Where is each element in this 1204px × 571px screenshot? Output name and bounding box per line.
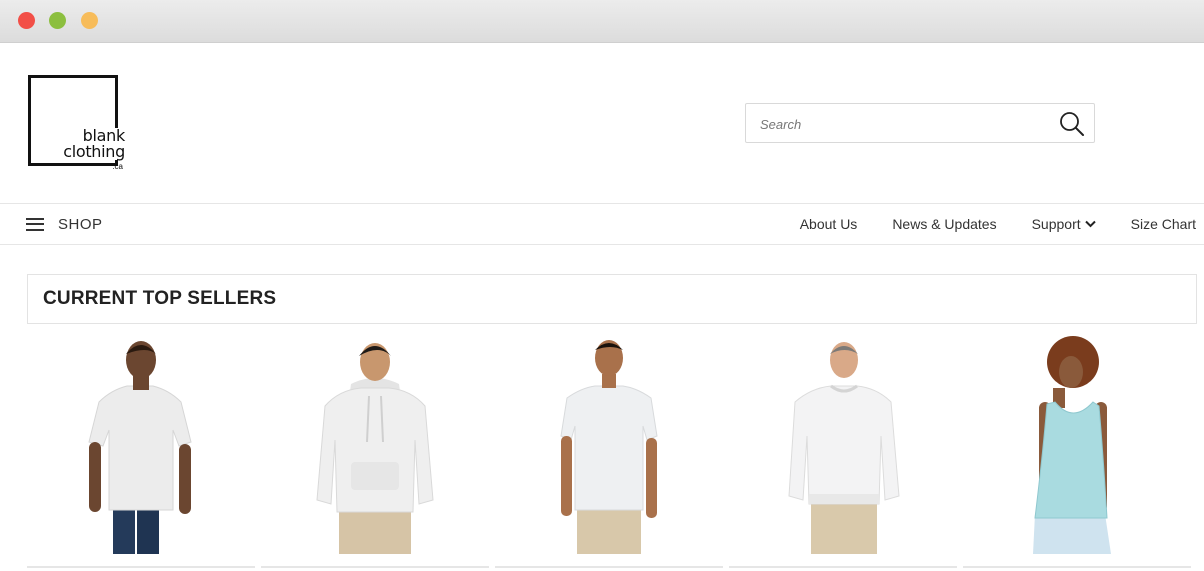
search-button[interactable] <box>1058 110 1086 138</box>
product-image-tshirt <box>88 341 192 554</box>
search-icon <box>1060 112 1084 136</box>
window-maximize-button[interactable] <box>81 12 98 29</box>
shop-menu-button[interactable]: SHOP <box>26 204 103 244</box>
shop-label: SHOP <box>58 215 103 233</box>
product-divider <box>261 566 489 568</box>
top-sellers-header: CURRENT TOP SELLERS <box>27 274 1197 324</box>
product-card-4[interactable] <box>729 332 957 568</box>
nav-link-about-us[interactable]: About Us <box>800 216 858 232</box>
product-card-2[interactable] <box>261 332 489 568</box>
logo-suffix: .ca <box>112 162 123 171</box>
product-image-fitted-tshirt <box>560 340 658 554</box>
hamburger-icon <box>26 217 44 231</box>
logo-wordmark: blank clothing <box>60 128 125 160</box>
nav-link-label: About Us <box>799 216 858 232</box>
nav-link-news-updates[interactable]: News & Updates <box>892 216 996 232</box>
product-card-5[interactable] <box>963 332 1191 568</box>
search-input[interactable] <box>760 113 1050 135</box>
window-close-button[interactable] <box>18 12 35 29</box>
product-card-1[interactable] <box>27 332 255 568</box>
window-titlebar <box>0 0 1204 43</box>
product-divider <box>963 566 1191 568</box>
logo-line-2: clothing <box>63 142 125 161</box>
window-minimize-button[interactable] <box>49 12 66 29</box>
product-divider <box>495 566 723 568</box>
chevron-down-icon <box>1084 220 1096 228</box>
product-image-sweatshirt <box>788 342 900 554</box>
nav-link-label: News & Updates <box>892 216 997 232</box>
product-divider <box>27 566 255 568</box>
nav-link-label: Support <box>1031 216 1081 232</box>
search-box <box>745 103 1095 143</box>
nav-link-label: Size Chart <box>1130 216 1196 232</box>
product-image-tank-top <box>1033 336 1111 554</box>
section-title: CURRENT TOP SELLERS <box>43 288 277 309</box>
product-card-3[interactable] <box>495 332 723 568</box>
nav-links: About Us News & Updates Support Size Cha… <box>765 204 1196 244</box>
main-navigation: SHOP About Us News & Updates Support Siz… <box>0 203 1204 245</box>
nav-link-size-chart[interactable]: Size Chart <box>1131 216 1196 232</box>
nav-link-support[interactable]: Support <box>1032 216 1096 232</box>
product-divider <box>729 566 957 568</box>
brand-logo[interactable]: blank clothing .ca <box>28 75 128 175</box>
product-image-hoodie <box>316 343 434 554</box>
